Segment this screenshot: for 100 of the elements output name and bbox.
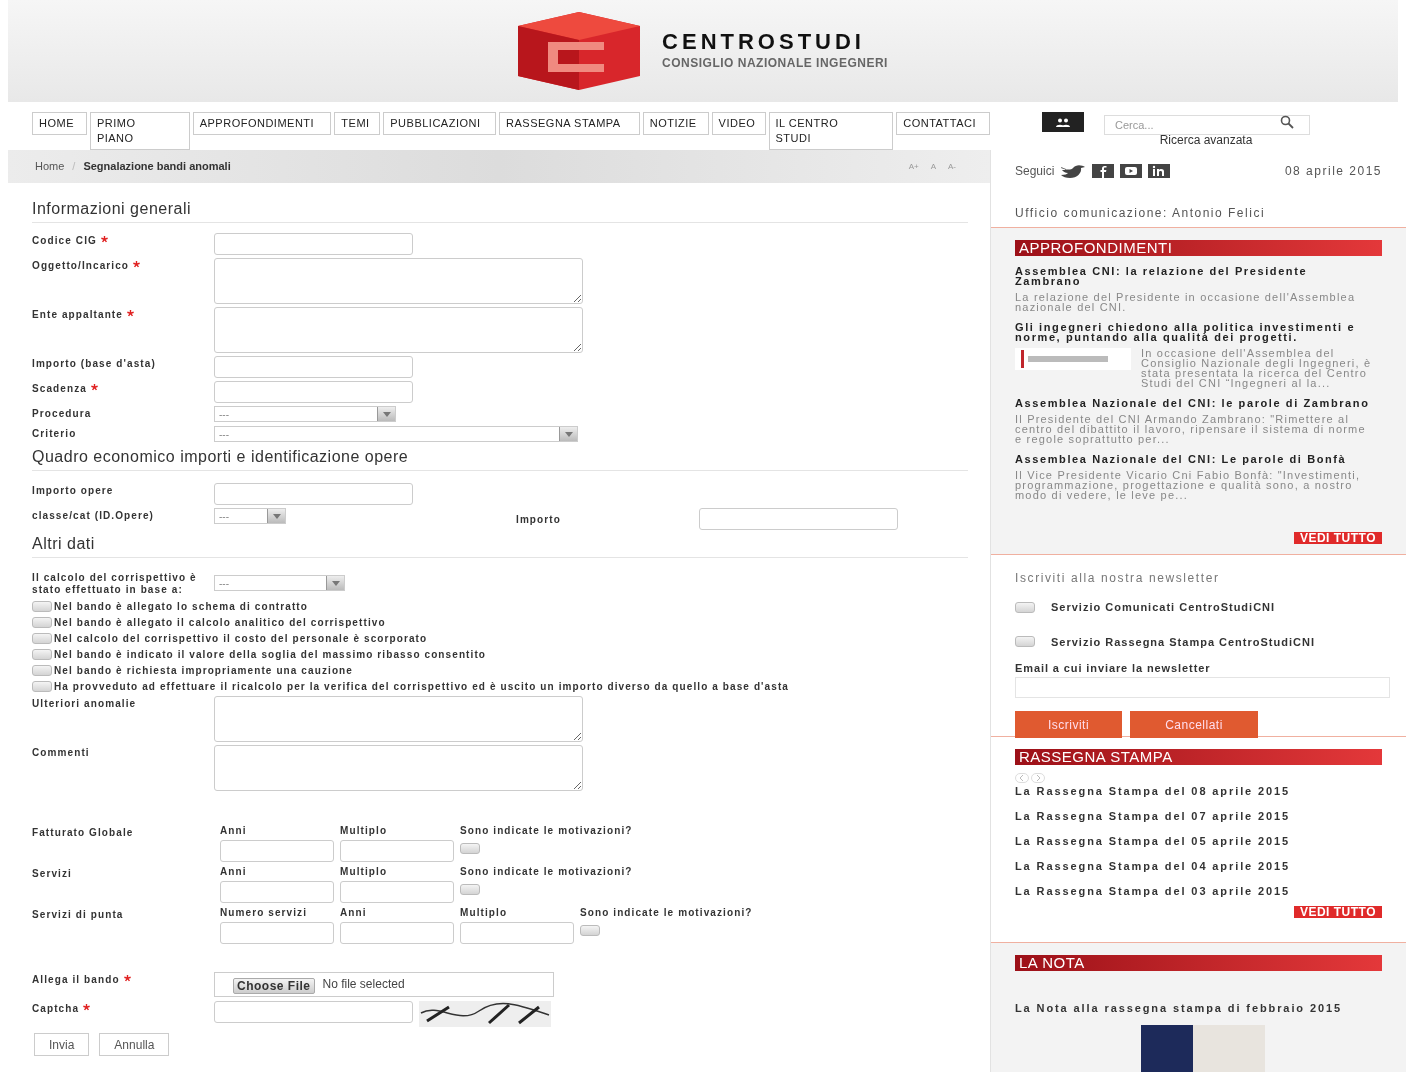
form-button[interactable]: Annulla xyxy=(99,1033,170,1056)
field-label: Importo (base d'asta) xyxy=(32,358,156,369)
text-field[interactable] xyxy=(214,356,413,378)
cube-logo-icon xyxy=(518,12,641,90)
article-title[interactable]: Gli ingegneri chiedono alla politica investimenti e norme, puntando alla qualità dei progetti. xyxy=(1015,322,1376,342)
textarea-field[interactable] xyxy=(214,696,583,742)
column-label: Multiplo xyxy=(460,907,509,920)
checkbox[interactable] xyxy=(460,884,480,895)
office-contact: Ufficio comunicazione: Antonio Felici xyxy=(1015,206,1266,220)
linkedin-icon[interactable] xyxy=(1148,164,1171,178)
field-label: Captcha xyxy=(32,1003,80,1014)
nav-item[interactable]: IL CENTRO STUDI xyxy=(768,112,894,150)
nota-link[interactable]: La Nota alla rassegna stampa di febbraio 2015 xyxy=(1015,1002,1342,1014)
text-field[interactable] xyxy=(214,233,413,255)
facebook-icon[interactable] xyxy=(1092,164,1115,178)
select-field[interactable]: --- xyxy=(214,508,286,524)
field-label: Ulteriori anomalie xyxy=(32,698,137,709)
checkbox-label: Nel bando è richiesta impropriamente una cauzione xyxy=(54,663,353,678)
textarea-field[interactable] xyxy=(214,745,583,791)
article-summary: Il Vice Presidente Vicario Cni Fabio Bonfà: "Investimenti, programmazione, progettazione e qualità sono, a nostro modo di vedere, le leve pe... xyxy=(1015,470,1362,500)
nav-item[interactable]: HOME xyxy=(32,112,87,135)
field-label: Criterio xyxy=(32,428,77,439)
nav-item[interactable]: RASSEGNA STAMPA xyxy=(499,112,640,135)
newsletter-title: Iscriviti alla nostra newsletter xyxy=(1015,571,1220,585)
article-summary: In occasione dell'Assemblea del Consiglio Nazionale degli Ingegneri, è stata presentata la ricerca del Centro Studi del CNI “Ingegneri al la... xyxy=(1141,348,1373,388)
search-field[interactable]: Cerca... xyxy=(1104,115,1310,135)
textarea-field[interactable] xyxy=(214,307,583,353)
column-label: Anni xyxy=(220,866,248,879)
breadcrumb-separator: / xyxy=(72,159,76,175)
text-field[interactable] xyxy=(460,922,574,944)
advanced-search-link[interactable]: Ricerca avanzata xyxy=(1159,132,1253,148)
checkbox[interactable] xyxy=(460,843,480,854)
form-button[interactable]: Invia xyxy=(34,1033,90,1056)
textarea-field[interactable] xyxy=(214,258,583,304)
checkbox-label: Nel bando è indicato il valore della soglia del massimo ribasso consentito xyxy=(54,647,487,662)
users-icon xyxy=(1056,117,1070,127)
column-label: Anni xyxy=(340,907,368,920)
text-field[interactable] xyxy=(340,922,454,944)
video-icon[interactable] xyxy=(1120,164,1143,178)
email-field[interactable] xyxy=(1015,676,1390,698)
user-button[interactable] xyxy=(1042,112,1084,132)
text-field[interactable] xyxy=(340,881,454,903)
nav-item[interactable]: TEMI xyxy=(334,112,381,135)
nav-item[interactable]: NOTIZIE xyxy=(642,112,709,135)
checkbox[interactable] xyxy=(580,925,600,936)
search-icon xyxy=(1280,115,1294,129)
checkbox[interactable] xyxy=(32,648,52,660)
view-all-link[interactable]: VEDI TUTTO xyxy=(1293,532,1382,544)
press-review-link[interactable]: La Rassegna Stampa del 05 aprile 2015 xyxy=(1015,835,1291,847)
newsletter-option: Servizio Comunicati CentroStudiCNI xyxy=(1051,599,1276,616)
article-title[interactable]: Assemblea Nazionale del CNI: le parole di Zambrano xyxy=(1015,398,1376,408)
checkbox[interactable] xyxy=(32,664,52,676)
press-review-link[interactable]: La Rassegna Stampa del 08 aprile 2015 xyxy=(1015,785,1291,797)
checkbox[interactable] xyxy=(1015,601,1035,613)
section-title: Informazioni generali xyxy=(32,200,192,217)
text-field[interactable] xyxy=(220,881,334,903)
checkbox-label: Nel calcolo del corrispettivo il costo del personale è scorporato xyxy=(54,631,428,646)
press-review-link[interactable]: La Rassegna Stampa del 04 aprile 2015 xyxy=(1015,860,1291,872)
choose-file-button[interactable]: Choose File xyxy=(233,978,315,994)
text-field[interactable] xyxy=(214,381,413,403)
breadcrumb-link[interactable]: Home xyxy=(35,158,65,175)
select-field[interactable]: --- xyxy=(214,406,396,422)
checkbox[interactable] xyxy=(32,680,52,692)
bird-icon[interactable] xyxy=(1060,164,1087,178)
checkbox[interactable] xyxy=(32,616,52,628)
checkbox-label: Ha provveduto ad effettuare il ricalcolo per la verifica del corrispettivo ed è uscito un importo diverso da quello a base d'asta xyxy=(54,679,789,694)
checkbox[interactable] xyxy=(32,632,52,644)
nav-item[interactable]: CONTATTACI xyxy=(896,112,990,135)
press-review-link[interactable]: La Rassegna Stampa del 07 aprile 2015 xyxy=(1015,810,1291,822)
field-label: Email a cui inviare la newsletter xyxy=(1015,662,1211,674)
column-label: Multiplo xyxy=(340,825,389,838)
nav-item[interactable]: APPROFONDIMENTI xyxy=(192,112,332,135)
field-label: Codice CIG xyxy=(32,235,97,246)
field-label: classe/cat (ID.Opere) xyxy=(32,510,155,521)
field-label: Importo opere xyxy=(32,485,114,496)
newsletter-option: Servizio Rassegna Stampa CentroStudiCNI xyxy=(1051,633,1315,650)
checkbox[interactable] xyxy=(1015,636,1035,648)
field-label: Commenti xyxy=(32,747,90,758)
press-review-link[interactable]: La Rassegna Stampa del 03 aprile 2015 xyxy=(1015,885,1291,897)
article-title[interactable]: Assemblea Nazionale del CNI: Le parole di Bonfà xyxy=(1015,454,1376,464)
select-field[interactable]: --- xyxy=(214,426,578,442)
select-field[interactable]: --- xyxy=(214,575,345,591)
breadcrumb-current: Segnalazione bandi anomali xyxy=(83,159,231,175)
text-field[interactable] xyxy=(220,840,334,862)
field-label: Procedura xyxy=(32,408,92,419)
field-label: Servizi xyxy=(32,868,72,879)
view-all-link[interactable]: VEDI TUTTO xyxy=(1293,906,1382,918)
nav-item[interactable]: PUBBLICAZIONI xyxy=(383,112,497,135)
nav-item[interactable]: PRIMO PIANO xyxy=(89,112,190,150)
text-field[interactable] xyxy=(214,483,413,505)
article-title[interactable]: Assemblea CNI: la relazione del Presidente Zambrano xyxy=(1015,266,1376,286)
text-field[interactable] xyxy=(340,840,454,862)
text-field[interactable] xyxy=(220,922,334,944)
section-header: RASSEGNA STAMPA xyxy=(1015,749,1382,765)
nav-item[interactable]: VIDEO xyxy=(711,112,766,135)
section-header: LA NOTA xyxy=(1015,955,1382,971)
text-field[interactable] xyxy=(214,1001,413,1023)
text-field[interactable] xyxy=(699,508,898,530)
file-field[interactable]: Choose File No file selected xyxy=(214,972,554,997)
checkbox[interactable] xyxy=(32,600,52,612)
